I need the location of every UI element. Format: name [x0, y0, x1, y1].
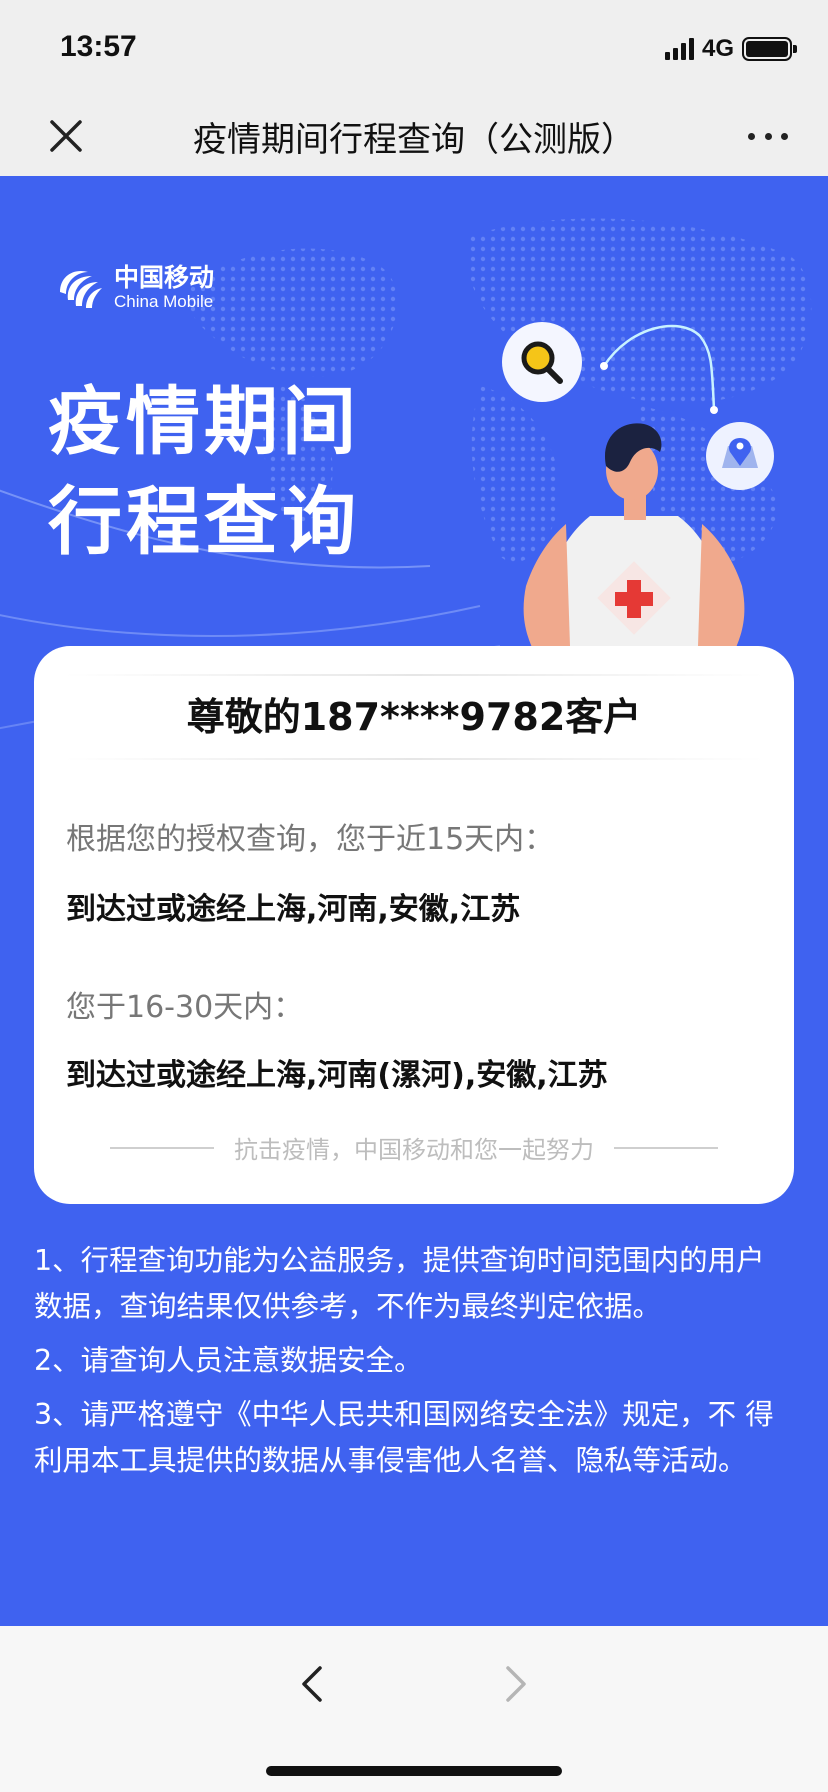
more-icon — [748, 132, 755, 140]
forward-button[interactable] — [494, 1656, 538, 1712]
location-pin-icon — [706, 422, 774, 490]
network-type: 4G — [701, 35, 734, 62]
back-icon — [302, 1666, 322, 1702]
forward-icon — [506, 1666, 526, 1702]
slogan: 抗击疫情，中国移动和您一起努力 — [110, 1130, 718, 1165]
result-card: 尊敬的187****9782客户 根据您的授权查询，您于近15天内： 到达过或途… — [34, 646, 794, 1204]
hero-title-line2: 行程查询 — [48, 479, 360, 565]
divider — [64, 674, 764, 676]
value-15-days: 到达过或途经上海,河南,安徽,江苏 — [66, 892, 521, 927]
label-15-days: 根据您的授权查询，您于近15天内： — [66, 822, 555, 857]
search-icon — [502, 322, 582, 402]
value-16-30-days: 到达过或途经上海,河南(漯河),安徽,江苏 — [66, 1058, 608, 1093]
back-button[interactable] — [290, 1656, 334, 1712]
notes: 1、行程查询功能为公益服务，提供查询时间范围内的用户 数据，查询结果仅供参考，不… — [34, 1238, 794, 1492]
china-mobile-logo: 中国移动 China Mobile — [52, 262, 214, 314]
signal-icon — [664, 38, 694, 60]
divider — [64, 758, 764, 760]
china-mobile-logo-icon — [60, 270, 102, 308]
status-time: 13:57 — [60, 30, 137, 63]
logo-name-cn: 中国移动 — [114, 263, 215, 292]
slogan-dash-right — [614, 1146, 718, 1149]
more-icon-dot — [764, 132, 772, 140]
slogan-text: 抗击疫情，中国移动和您一起努力 — [234, 1136, 594, 1164]
note-item-1: 1、行程查询功能为公益服务，提供查询时间范围内的用户 数据，查询结果仅供参考，不… — [34, 1244, 765, 1323]
note-item-3: 3、请严格遵守《中华人民共和国网络安全法》规定，不 得利用本工具提供的数据从事侵… — [34, 1398, 774, 1477]
label-16-30-days: 您于16-30天内： — [66, 990, 304, 1025]
hero-title-line1: 疫情期间 — [48, 379, 360, 465]
main-content: 中国移动 China Mobile 疫情期间 行程查询 尊敬的187****97… — [0, 176, 828, 1626]
note-item-2: 2、请查询人员注意数据安全。 — [34, 1344, 423, 1377]
more-button[interactable] — [748, 128, 788, 144]
bottom-toolbar — [0, 1626, 828, 1792]
slogan-dash-left — [110, 1146, 214, 1149]
logo-name-en: China Mobile — [114, 292, 214, 311]
battery-icon — [742, 37, 797, 61]
home-indicator[interactable] — [266, 1766, 562, 1776]
greeting: 尊敬的187****9782客户 — [186, 695, 642, 739]
navbar: 疫情期间行程查询（公测版） — [0, 100, 828, 176]
status-right: 4G — [664, 35, 797, 62]
page-title: 疫情期间行程查询（公测版） — [193, 120, 635, 160]
hero-title: 疫情期间 行程查询 — [48, 372, 360, 572]
more-icon-dot — [781, 132, 788, 140]
status-bar: 13:57 4G — [0, 0, 828, 100]
